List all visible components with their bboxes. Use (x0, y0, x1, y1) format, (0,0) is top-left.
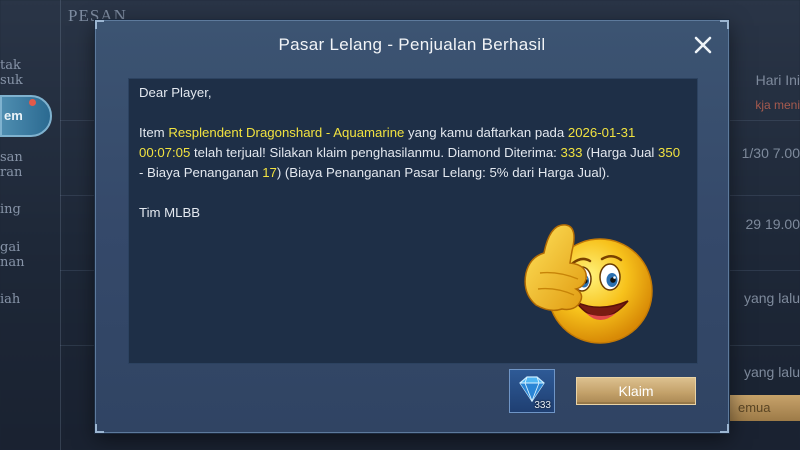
message-text: telah terjual! Silakan klaim penghasilan… (190, 145, 561, 160)
background-button: emua (728, 395, 800, 421)
dialog-title: Pasar Lelang - Penjualan Berhasil (278, 35, 546, 54)
background-time: yang lalu (743, 364, 800, 380)
corner-ornament (720, 20, 729, 29)
background-side-label: em (4, 108, 23, 123)
corner-ornament (720, 424, 729, 433)
message-greeting: Dear Player, (139, 85, 212, 100)
background-side-label: tak suk (0, 58, 23, 88)
close-icon (694, 36, 712, 54)
background-side-item: iah (0, 292, 36, 307)
background-date-sub: kja meni (755, 98, 800, 112)
background-side-item: san ran (0, 150, 36, 180)
reward-count: 333 (534, 400, 551, 411)
background-side-label: san ran (0, 150, 23, 180)
background-time: yang lalu (743, 290, 800, 306)
message-text: (Harga Jual (582, 145, 659, 160)
item-name: Resplendent Dragonshard - Aquamarine (168, 125, 405, 140)
close-button[interactable] (692, 34, 714, 56)
corner-ornament (95, 424, 104, 433)
background-side-item: ing (0, 202, 36, 217)
background-side-label: iah (0, 292, 21, 307)
background-side-label: ing (0, 202, 21, 217)
message-body: Item Resplendent Dragonshard - Aquamarin… (139, 123, 687, 183)
sell-price: 350 (658, 145, 681, 160)
corner-ornament (95, 20, 104, 29)
background-side-label: gai nan (0, 240, 25, 270)
background-divider (60, 0, 61, 450)
message-text: - Biaya Penanganan (139, 165, 263, 180)
background-time: 29 19.00 (745, 216, 800, 232)
message-text: ) (Biaya Penanganan Pasar Lelang: 5% dar… (276, 165, 610, 180)
claim-button[interactable]: Klaim (576, 377, 696, 405)
diamonds-received: 333 (560, 145, 583, 160)
message-text: Item (139, 125, 169, 140)
handling-fee: 17 (262, 165, 277, 180)
background-time: 1/30 7.00 (741, 145, 800, 161)
thumbs-up-emoji-icon (524, 224, 653, 344)
background-date-label: Hari Ini (755, 72, 800, 88)
message-text: yang kamu daftarkan pada (404, 125, 568, 140)
background-side-tab-active: em (0, 95, 52, 137)
reward-item[interactable]: 333 (509, 369, 555, 413)
sale-success-dialog: Pasar Lelang - Penjualan Berhasil Dear P… (95, 20, 729, 433)
background-side-item: gai nan (0, 240, 36, 270)
notification-dot (29, 99, 36, 106)
background-side-item: tak suk (0, 58, 36, 88)
